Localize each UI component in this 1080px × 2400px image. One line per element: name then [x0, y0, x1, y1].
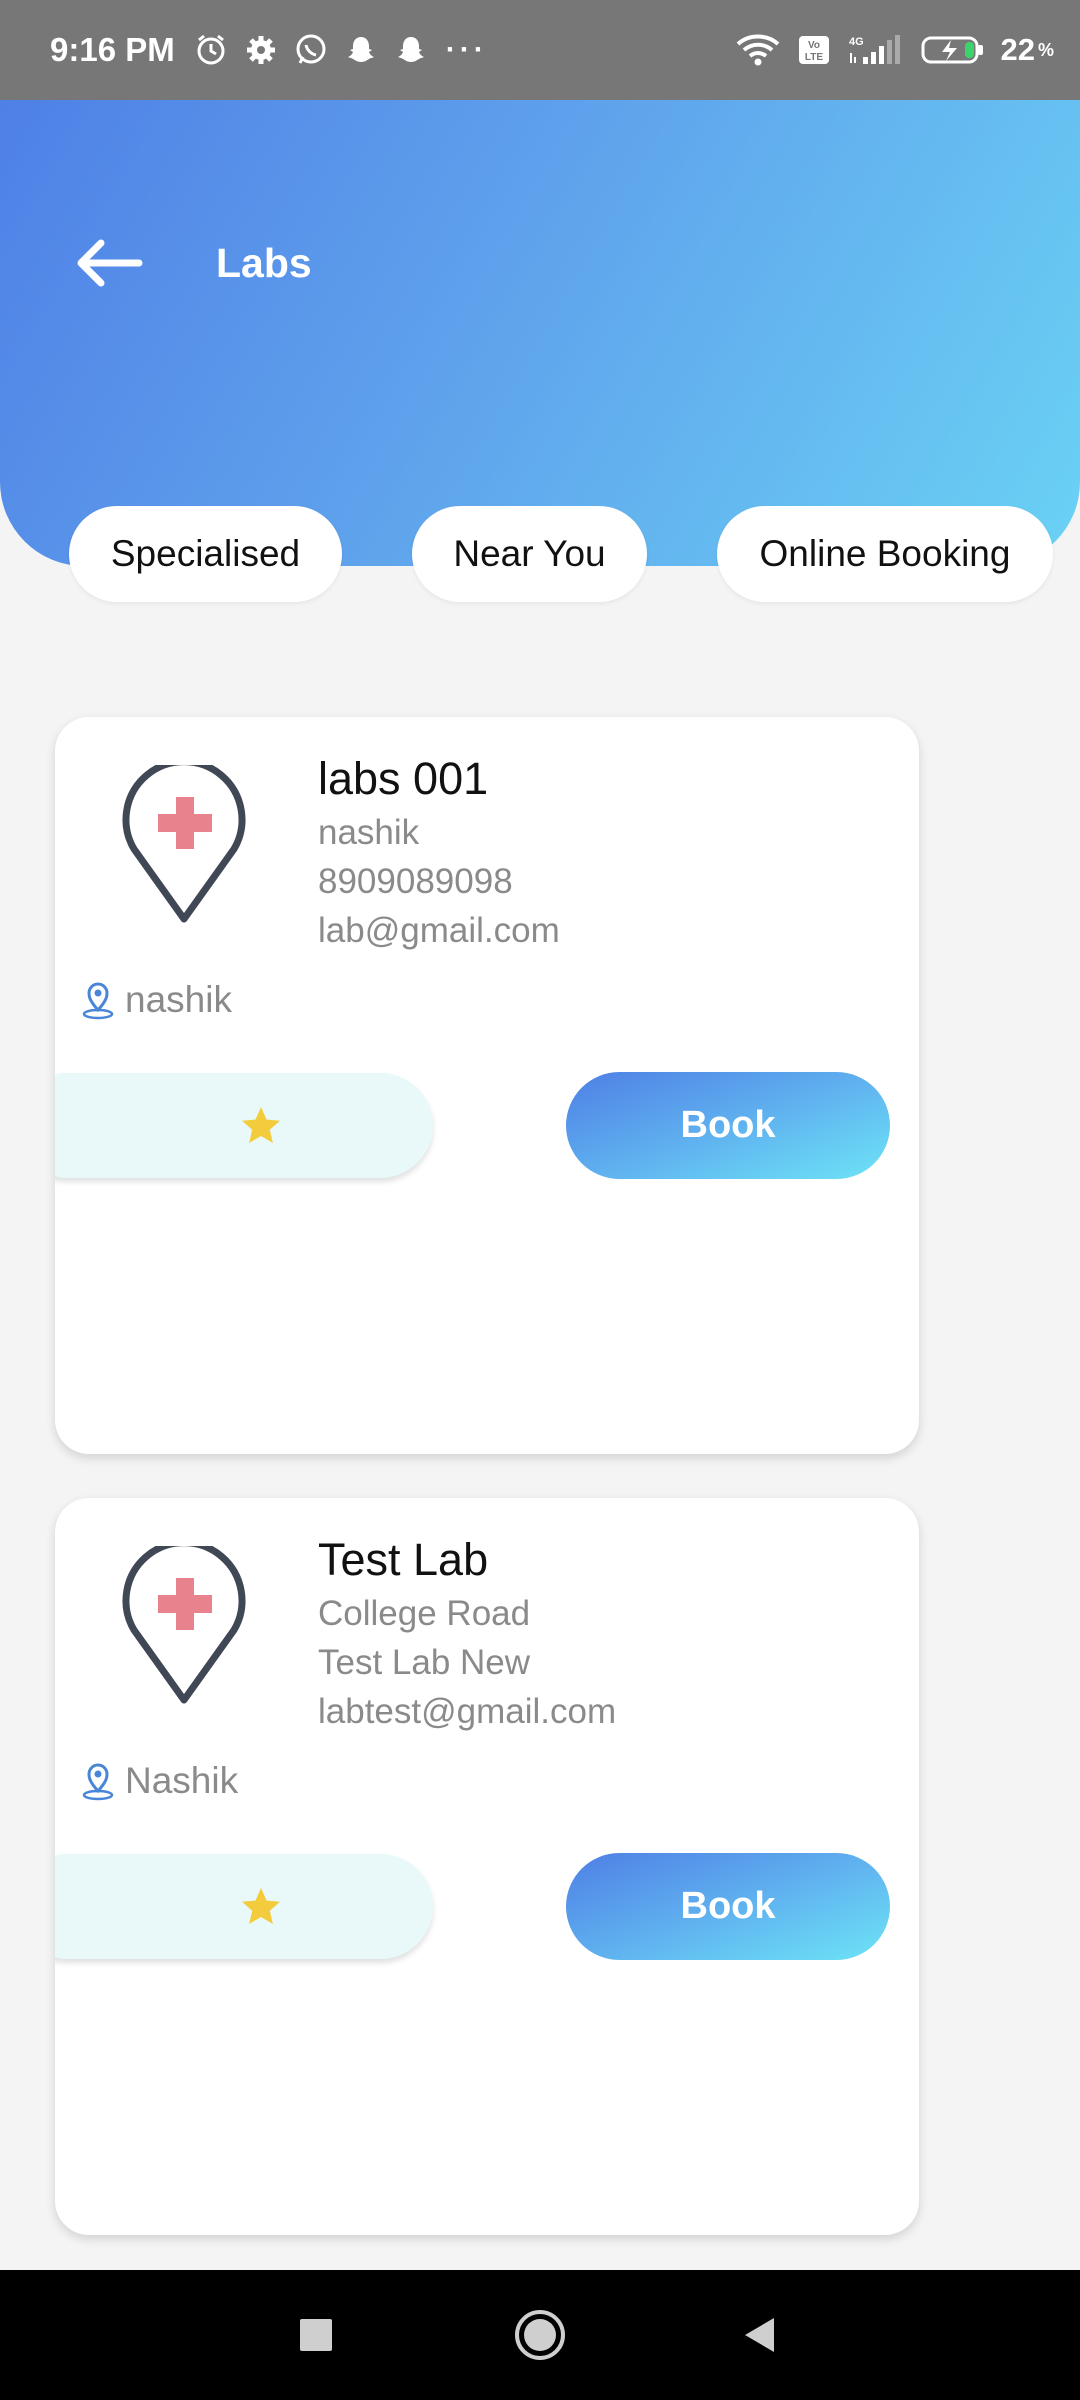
battery-value: 22 — [1000, 32, 1035, 67]
svg-text:LTE: LTE — [804, 52, 822, 63]
notification-icons: ··· — [193, 32, 485, 68]
location-text: nashik — [125, 979, 232, 1020]
lab-name: labs 001 — [318, 753, 489, 804]
rating-pill[interactable] — [55, 1073, 433, 1178]
header-banner — [0, 100, 1080, 566]
book-button[interactable]: Book — [566, 1853, 890, 1960]
lab-address: College Road — [318, 1594, 531, 1633]
volte-icon: Vo LTE — [797, 33, 831, 67]
location-pin-icon — [81, 980, 115, 1020]
lab-email: labtest@gmail.com — [318, 1692, 617, 1731]
rating-pill[interactable] — [55, 1854, 433, 1959]
wifi-icon — [735, 33, 781, 67]
more-notifications-icon: ··· — [445, 33, 488, 66]
alarm-icon — [193, 32, 229, 68]
page-title: Labs — [216, 240, 312, 286]
book-button[interactable]: Book — [566, 1072, 890, 1179]
location-pin-icon — [81, 1761, 115, 1801]
snapchat-icon — [393, 32, 429, 68]
square-icon — [300, 2319, 332, 2351]
signal-icon: 4G — [847, 33, 905, 67]
svg-text:Vo: Vo — [807, 40, 819, 51]
lab-location: nashik — [81, 979, 232, 1021]
battery-percent: 22% — [1001, 32, 1055, 68]
triangle-back-icon — [745, 2318, 774, 2352]
whatsapp-icon — [293, 32, 329, 68]
lab-name: Test Lab — [318, 1534, 489, 1585]
lab-email: lab@gmail.com — [318, 911, 560, 950]
star-icon — [240, 1886, 282, 1928]
system-nav-bar — [0, 2270, 1080, 2400]
system-icons: Vo LTE 4G 22% — [735, 32, 1055, 68]
arrow-left-icon — [77, 239, 143, 287]
lab-card[interactable]: labs 001 nashik 8909089098 lab@gmail.com… — [55, 717, 919, 1454]
svg-text:4G: 4G — [849, 36, 864, 48]
status-time: 9:16 PM — [50, 31, 175, 68]
location-text: Nashik — [125, 1760, 239, 1801]
lab-card[interactable]: Test Lab College Road Test Lab New labte… — [55, 1498, 919, 2235]
status-bar: 9:16 PM ··· Vo LTE 4G 22% — [0, 0, 1080, 100]
lab-subtitle: Test Lab New — [318, 1643, 531, 1682]
filter-near-you[interactable]: Near You — [412, 506, 647, 602]
filter-specialised[interactable]: Specialised — [69, 506, 342, 602]
back-nav-button[interactable] — [725, 2300, 795, 2370]
star-icon — [240, 1105, 282, 1147]
recents-button[interactable] — [281, 2300, 351, 2370]
battery-unit: % — [1037, 39, 1054, 60]
filter-online-booking[interactable]: Online Booking — [717, 506, 1053, 602]
lab-location: Nashik — [81, 1760, 238, 1802]
back-button[interactable] — [70, 228, 146, 298]
lab-phone: 8909089098 — [318, 862, 513, 901]
battery-icon — [921, 33, 985, 67]
circle-icon — [515, 2310, 565, 2360]
lab-pin-icon — [122, 1546, 246, 1704]
snapchat-icon — [343, 32, 379, 68]
settings-gear-icon — [243, 32, 279, 68]
home-button[interactable] — [505, 2300, 575, 2370]
lab-address: nashik — [318, 813, 420, 852]
lab-pin-icon — [122, 765, 246, 923]
